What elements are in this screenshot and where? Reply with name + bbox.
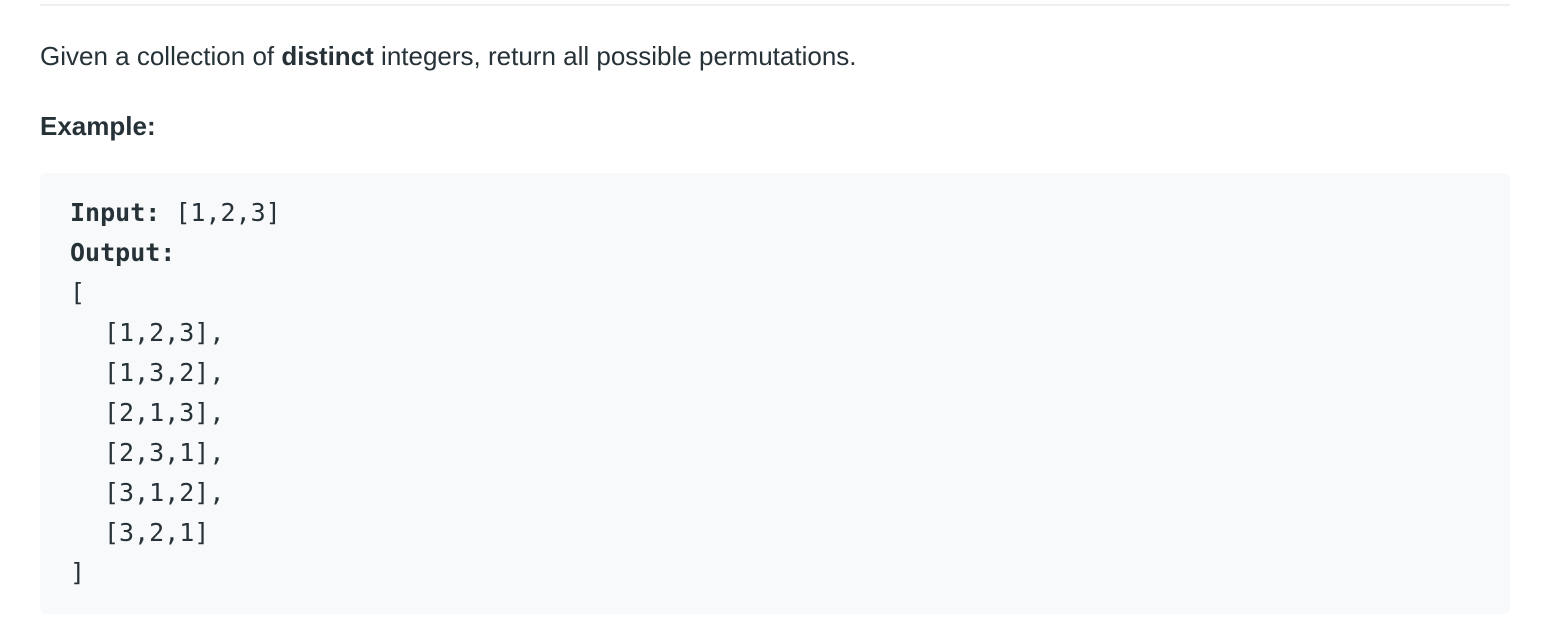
output-close-bracket: ] <box>70 558 86 587</box>
input-value: [1,2,3] <box>160 198 281 227</box>
permutation-line: [2,3,1], <box>104 438 225 467</box>
problem-description: Given a collection of distinct integers,… <box>40 38 857 74</box>
problem-page: Given a collection of distinct integers,… <box>0 0 1544 644</box>
description-text-start: Given a collection of <box>40 41 282 71</box>
input-label: Input: <box>70 198 161 227</box>
example-code-block: Input: [1,2,3] Output: [ [1,2,3], [1,3,2… <box>40 173 1510 614</box>
permutation-line: [2,1,3], <box>104 398 225 427</box>
output-label: Output: <box>70 238 176 267</box>
permutation-line: [3,1,2], <box>104 478 225 507</box>
input-line: Input: [1,2,3] <box>70 193 1480 233</box>
output-line: Output: <box>70 233 1480 273</box>
example-heading: Example: <box>40 111 156 141</box>
description-emphasis: distinct <box>281 41 374 71</box>
top-divider <box>40 4 1510 6</box>
description-text-end: integers, return all possible permutatio… <box>373 41 857 71</box>
permutation-line: [1,2,3], <box>104 318 225 347</box>
output-open-bracket: [ <box>70 278 86 307</box>
permutation-line: [1,3,2], <box>104 358 225 387</box>
permutation-line: [3,2,1] <box>104 518 210 547</box>
